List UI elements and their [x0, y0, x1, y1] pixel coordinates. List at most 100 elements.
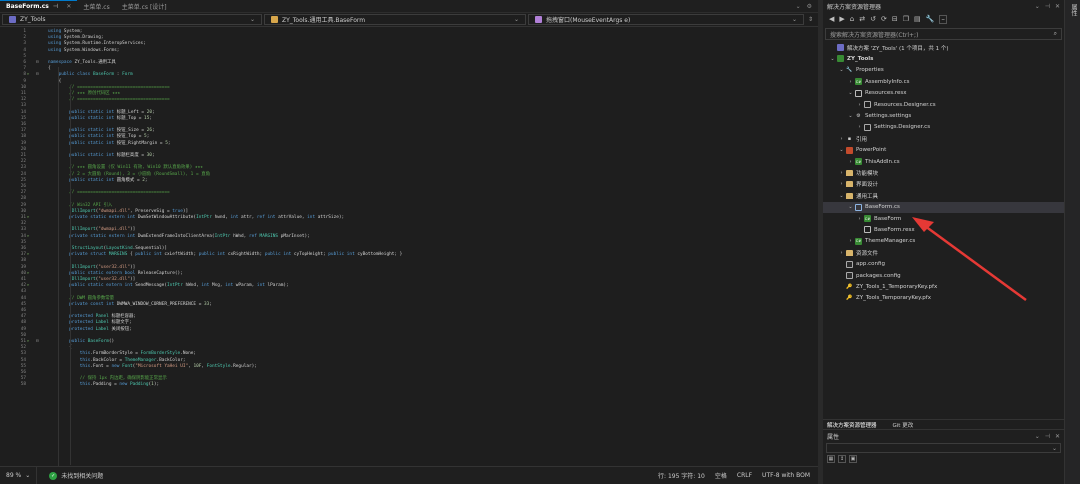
sync-icon[interactable]: ⟳: [881, 15, 887, 23]
collapse-all-icon[interactable]: ⊟: [892, 15, 898, 23]
reference-marker-icon[interactable]: ▸: [27, 252, 30, 258]
history-icon[interactable]: ↺: [870, 15, 876, 23]
chevron-down-icon[interactable]: ⌄: [847, 90, 854, 96]
code-line[interactable]: 45 private const int DWMWA_WINDOW_CORNER…: [0, 302, 818, 308]
tree-node[interactable]: app.config: [823, 259, 1064, 270]
project-dropdown[interactable]: ZY_Tools ⌄: [2, 14, 262, 25]
chevron-right-icon[interactable]: ›: [838, 136, 845, 142]
reference-marker-icon[interactable]: ▸: [27, 271, 30, 277]
split-editor-icon[interactable]: ⇕: [808, 16, 813, 23]
tree-node[interactable]: 解决方案 'ZY_Tools' (1 个项目，共 1 个): [823, 42, 1064, 53]
code-line[interactable]: 15 public static int 标题_Top = 15;: [0, 116, 818, 122]
code-line[interactable]: 30 [DllImport("dwmapi.dll", PreserveSig …: [0, 209, 818, 215]
code-line[interactable]: 33 [DllImport("dwmapi.dll")]: [0, 227, 818, 233]
fold-toggle-icon[interactable]: ⊟: [36, 72, 39, 78]
chevron-down-icon[interactable]: ⌄: [1035, 3, 1040, 10]
reference-marker-icon[interactable]: ▸: [27, 215, 30, 221]
close-icon[interactable]: ✕: [1055, 3, 1060, 10]
member-dropdown[interactable]: 拖拽窗口(MouseEventArgs e) ⌄: [528, 14, 804, 25]
tree-node[interactable]: 🔑 ZY_Tools_1_TemporaryKey.pfx: [823, 281, 1064, 292]
tree-node[interactable]: › C# BaseForm: [823, 213, 1064, 224]
code-line[interactable]: 1 using System;: [0, 29, 818, 35]
code-line[interactable]: 58 this.Padding = new Padding(1);: [0, 382, 818, 388]
tree-node[interactable]: › Settings.Designer.cs: [823, 122, 1064, 133]
code-line[interactable]: 24 // 2 = 大圆角 (Round), 3 = 小圆角 (RoundSma…: [0, 172, 818, 178]
code-line[interactable]: 13: [0, 103, 818, 109]
categorized-icon[interactable]: ▦: [827, 455, 835, 463]
code-line[interactable]: 51 ▸ ⊟ public BaseForm(): [0, 339, 818, 345]
chevron-down-icon[interactable]: ⌄: [847, 204, 854, 210]
properties-side-tab[interactable]: 属性: [1069, 0, 1078, 16]
chevron-down-icon[interactable]: ⌄: [838, 193, 845, 199]
code-line[interactable]: 42 ▸ public static extern int SendMessage…: [0, 283, 818, 289]
alphabetical-icon[interactable]: ↕: [838, 455, 846, 463]
code-line[interactable]: 50: [0, 333, 818, 339]
code-line[interactable]: 38: [0, 258, 818, 264]
code-line[interactable]: 31 ▸ private static extern int DwmSetWind…: [0, 215, 818, 221]
fold-toggle-icon[interactable]: ⊟: [36, 60, 39, 66]
code-line[interactable]: 39 [DllImport("user32.dll")]: [0, 265, 818, 271]
pin-icon[interactable]: ⊣: [53, 3, 58, 10]
show-all-files-icon[interactable]: ▤: [914, 15, 921, 23]
code-line[interactable]: 27 // ==================================…: [0, 190, 818, 196]
tree-node[interactable]: ⌄ 🔧 Properties: [823, 65, 1064, 76]
code-line[interactable]: 21 public static int 标题栏高度 = 30;: [0, 153, 818, 159]
code-line[interactable]: 14 public static int 标题_Left = 20;: [0, 110, 818, 116]
code-line[interactable]: 3 using System.Runtime.InteropServices;: [0, 41, 818, 47]
code-line[interactable]: 8 ▸ ⊟ public class BaseForm : Form: [0, 72, 818, 78]
code-line[interactable]: 9 {: [0, 79, 818, 85]
reference-marker-icon[interactable]: ▸: [27, 283, 30, 289]
class-dropdown[interactable]: ZY_Tools.通用工具.BaseForm ⌄: [264, 14, 526, 25]
tree-node[interactable]: › C# ThemeManager.cs: [823, 236, 1064, 247]
tree-node[interactable]: › 界面设计: [823, 179, 1064, 190]
code-line[interactable]: 40 ▸ public static extern bool ReleaseCap…: [0, 271, 818, 277]
issues-indicator[interactable]: ✓ 未找到相关问题: [37, 471, 103, 480]
properties-wrench-icon[interactable]: 🔧: [926, 15, 935, 23]
tab-solution-explorer[interactable]: 解决方案资源管理器: [827, 421, 877, 429]
pin-icon[interactable]: ⊣: [1045, 3, 1050, 10]
tree-node[interactable]: › 资源文件: [823, 247, 1064, 258]
tree-node[interactable]: ⌄ 通用工具: [823, 190, 1064, 201]
code-line[interactable]: 4 using System.Windows.Forms;: [0, 48, 818, 54]
tree-node[interactable]: ⌄ BaseForm.cs: [823, 201, 1064, 213]
chevron-down-icon[interactable]: ⌄: [838, 147, 845, 153]
code-line[interactable]: 43: [0, 289, 818, 295]
code-line[interactable]: 34 ▸ private static extern int DwmExtendF…: [0, 234, 818, 240]
chevron-down-icon[interactable]: ⌄: [829, 56, 836, 62]
code-line[interactable]: 18 public static int 按钮_Top = 5;: [0, 134, 818, 140]
indent-mode[interactable]: 空格: [715, 471, 727, 480]
code-line[interactable]: 28: [0, 196, 818, 202]
reference-marker-icon[interactable]: ▸: [27, 234, 30, 240]
code-line[interactable]: 19 public static int 按钮_RightMargin = 5;: [0, 141, 818, 147]
cursor-position[interactable]: 行: 195 字符: 10: [658, 471, 705, 480]
pin-icon[interactable]: ⊣: [1045, 433, 1050, 440]
code-line[interactable]: 23 // ★★★ 圆角设置 (仅 Win11 有效, Win10 默认直角效果…: [0, 165, 818, 171]
code-line[interactable]: 37 ▸ private struct MARGINS { public int …: [0, 252, 818, 258]
tree-node[interactable]: ⌄ ZY_Tools: [823, 53, 1064, 64]
code-line[interactable]: 5: [0, 54, 818, 60]
code-line[interactable]: 6 ⊟ namespace ZY_Tools.通用工具: [0, 60, 818, 66]
tree-node[interactable]: packages.config: [823, 270, 1064, 281]
code-line[interactable]: 44 // DWM 圆角参数常量: [0, 296, 818, 302]
tree-node[interactable]: › C# ThisAddIn.cs: [823, 156, 1064, 167]
chevron-right-icon[interactable]: ›: [856, 102, 863, 108]
code-line[interactable]: 20: [0, 147, 818, 153]
search-icon[interactable]: ⌕: [1054, 30, 1057, 38]
forward-icon[interactable]: ▶: [839, 15, 844, 23]
gear-icon[interactable]: ⚙: [807, 3, 812, 10]
code-line[interactable]: 29 // Win32 API 引入: [0, 203, 818, 209]
tab-git-changes[interactable]: Git 更改: [893, 421, 914, 429]
code-line[interactable]: 10 // ==================================…: [0, 85, 818, 91]
tree-node[interactable]: › Resources.Designer.cs: [823, 99, 1064, 110]
tree-node[interactable]: ⌄ Resources.resx: [823, 88, 1064, 99]
chevron-right-icon[interactable]: ›: [838, 181, 845, 187]
chevron-down-icon[interactable]: ⌄: [847, 113, 854, 119]
code-line[interactable]: 35: [0, 240, 818, 246]
chevron-right-icon[interactable]: ›: [856, 216, 863, 222]
chevron-right-icon[interactable]: ›: [847, 238, 854, 244]
code-editor[interactable]: 1 using System; 2 using System.Drawing; 3 usi…: [0, 27, 818, 466]
back-icon[interactable]: ◀: [829, 15, 834, 23]
tab-main-menu-cs[interactable]: 主菜单.cs: [77, 0, 115, 12]
object-selector[interactable]: ⌄: [826, 443, 1061, 453]
chevron-right-icon[interactable]: ›: [847, 159, 854, 165]
